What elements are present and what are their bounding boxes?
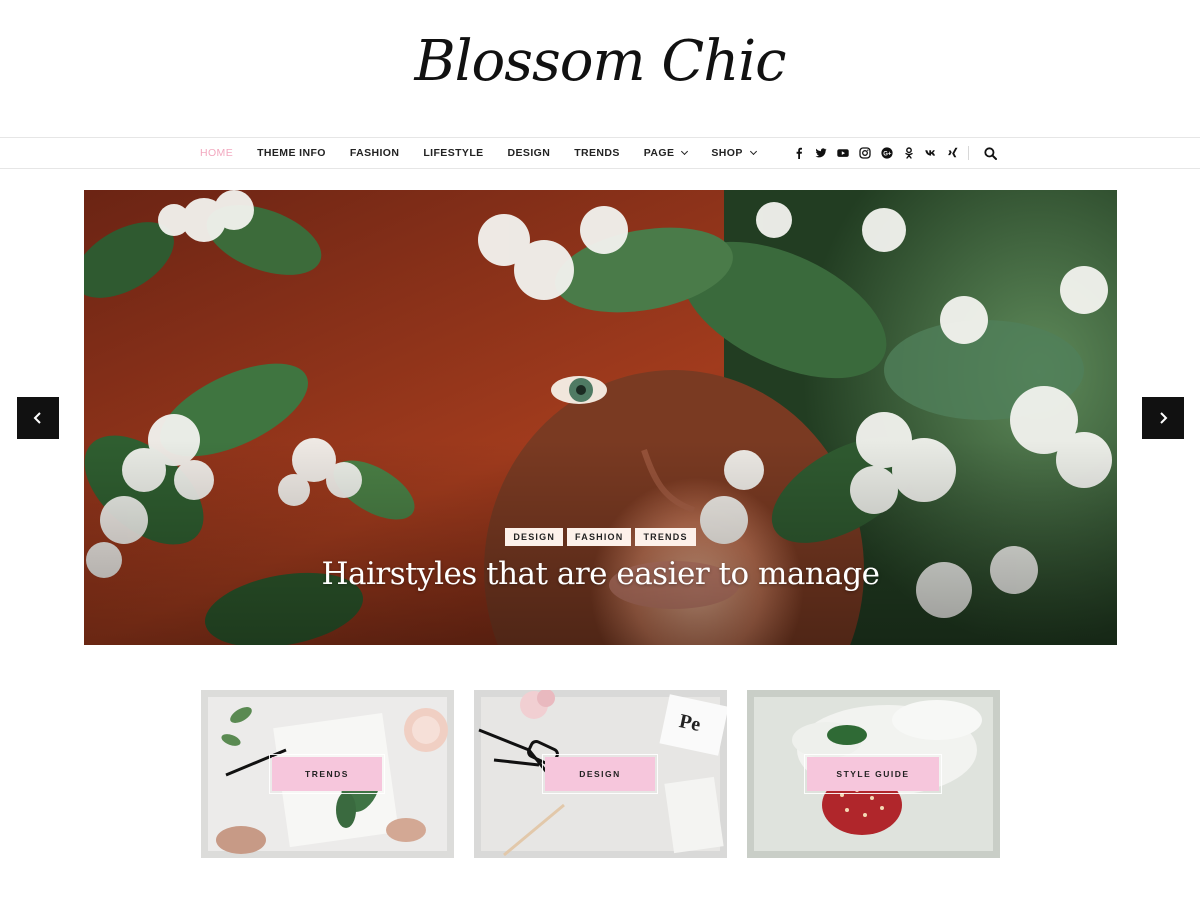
menu-item-label: LIFESTYLE <box>423 147 484 159</box>
promo-label-frame: STYLE GUIDE <box>804 754 942 794</box>
menu-item-label: HOME <box>200 147 234 159</box>
promo-label[interactable]: TRENDS <box>272 757 382 791</box>
slide-caption: DESIGN FASHION TRENDS Hairstyles that ar… <box>84 528 1117 594</box>
google-plus-icon[interactable]: G+ <box>881 147 893 159</box>
menu-item-theme-info[interactable]: THEME INFO <box>257 147 326 159</box>
category-tag-design[interactable]: DESIGN <box>505 528 564 546</box>
chevron-down-icon <box>681 147 689 156</box>
menu-item-label: FASHION <box>349 147 400 159</box>
svg-text:G+: G+ <box>883 151 892 157</box>
slider-next-button[interactable] <box>1142 397 1184 439</box>
facebook-icon[interactable] <box>793 147 805 159</box>
chevron-right-icon <box>1160 412 1168 424</box>
menu-item-page[interactable]: PAGE <box>643 147 689 159</box>
menu-item-design[interactable]: DESIGN <box>508 147 551 159</box>
slide-title[interactable]: Hairstyles that are easier to manage <box>84 554 1117 594</box>
category-tag-trends[interactable]: TRENDS <box>635 528 696 546</box>
promo-box-design[interactable]: Pe DESIGN <box>474 690 727 858</box>
promo-label[interactable]: STYLE GUIDE <box>807 757 939 791</box>
menu-item-label: TRENDS <box>574 147 620 159</box>
odnoklassniki-icon[interactable] <box>903 147 915 159</box>
primary-menu: HOME THEME INFO FASHION LIFESTYLE DESIGN… <box>200 138 780 168</box>
slider-prev-button[interactable] <box>17 397 59 439</box>
menu-item-home[interactable]: HOME <box>200 147 233 159</box>
youtube-icon[interactable] <box>837 147 849 159</box>
menu-item-lifestyle[interactable]: LIFESTYLE <box>423 147 483 159</box>
menu-item-label: PAGE <box>643 147 675 159</box>
twitter-icon[interactable] <box>815 147 827 159</box>
category-tags: DESIGN FASHION TRENDS <box>84 528 1117 546</box>
instagram-icon[interactable] <box>859 147 871 159</box>
menu-item-fashion[interactable]: FASHION <box>350 147 399 159</box>
search-icon[interactable] <box>984 147 997 160</box>
chevron-left-icon <box>33 412 41 424</box>
social-links: G+ <box>793 138 969 168</box>
xing-icon[interactable] <box>947 147 959 159</box>
promo-box-trends[interactable]: TRENDS <box>201 690 454 858</box>
site-header: Blossom Chic <box>0 0 1200 138</box>
main-navigation: HOME THEME INFO FASHION LIFESTYLE DESIGN… <box>0 137 1200 169</box>
chevron-down-icon <box>749 147 757 156</box>
menu-item-label: SHOP <box>711 147 743 159</box>
menu-item-label: THEME INFO <box>257 147 326 159</box>
menu-item-label: DESIGN <box>507 147 551 159</box>
category-tag-fashion[interactable]: FASHION <box>567 528 632 546</box>
nav-divider <box>968 146 969 160</box>
promo-label-frame: DESIGN <box>542 754 658 794</box>
promo-label[interactable]: DESIGN <box>545 757 655 791</box>
vk-icon[interactable] <box>925 147 937 159</box>
menu-item-shop[interactable]: SHOP <box>711 147 757 159</box>
promo-label-frame: TRENDS <box>269 754 385 794</box>
promo-box-style-guide[interactable]: STYLE GUIDE <box>747 690 1000 858</box>
site-logo[interactable]: Blossom Chic <box>0 22 1200 102</box>
menu-item-trends[interactable]: TRENDS <box>574 147 620 159</box>
hero-slider: DESIGN FASHION TRENDS Hairstyles that ar… <box>84 190 1117 645</box>
